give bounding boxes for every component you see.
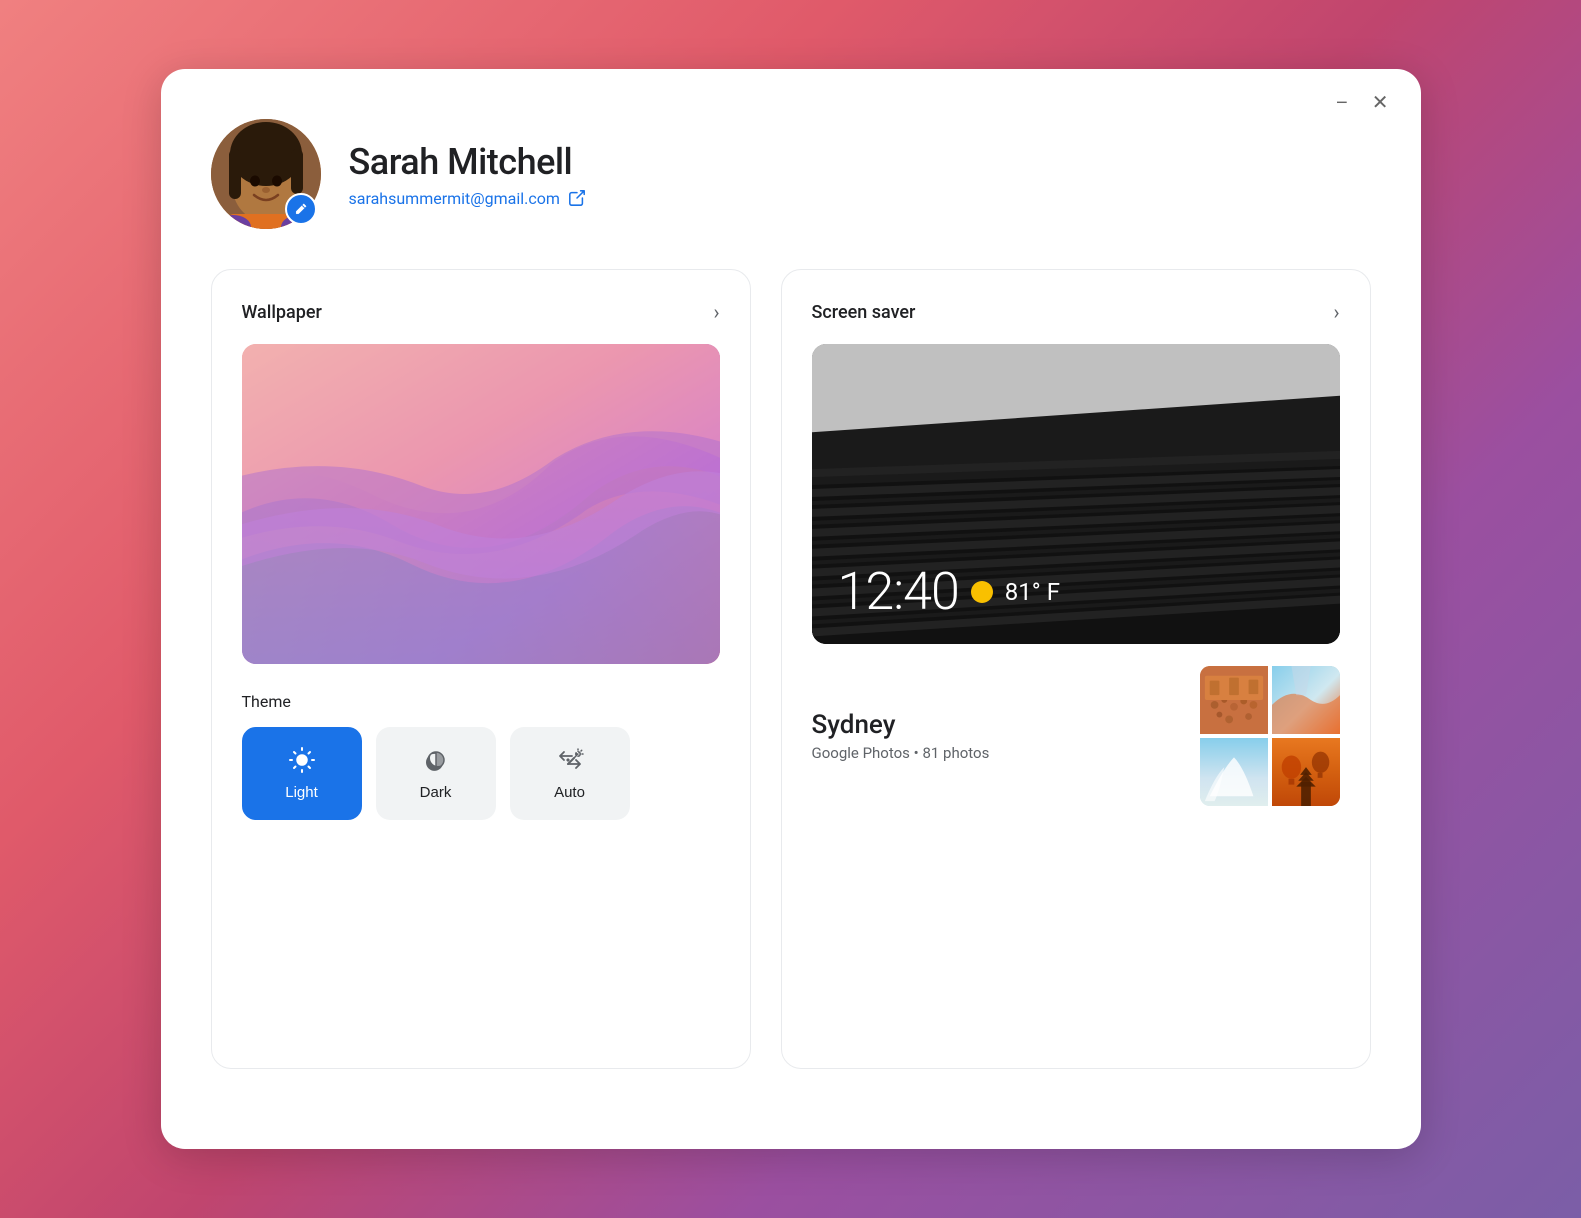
wallpaper-card: Wallpaper › [211,269,751,1069]
theme-options: Light Dark [242,727,720,820]
screensaver-chevron-icon[interactable]: › [1333,300,1339,324]
album-thumb-2 [1272,666,1340,734]
wallpaper-card-header: Wallpaper › [242,300,720,324]
minimize-button[interactable]: − [1332,89,1352,117]
theme-label: Theme [242,692,720,711]
album-info: Sydney Google Photos • 81 photos [812,710,990,762]
light-theme-icon [288,746,316,774]
screensaver-album: Sydney Google Photos • 81 photos [812,666,1340,806]
theme-auto-button[interactable]: Auto [510,727,630,820]
album-sub: Google Photos • 81 photos [812,744,990,762]
title-bar: − ✕ [1332,89,1392,117]
cards-row: Wallpaper › [211,269,1371,1069]
main-dialog: − ✕ [161,69,1421,1149]
auto-theme-icon [556,746,584,774]
profile-email-link[interactable]: sarahsummermit@gmail.com [349,189,586,208]
close-button[interactable]: ✕ [1368,89,1393,117]
external-link-icon [568,189,586,207]
screensaver-bg: 12:40 81° F [812,344,1340,644]
album-source: Google Photos [812,744,910,762]
album-count: 81 photos [922,744,989,762]
wallpaper-card-title: Wallpaper [242,302,322,323]
weather-icon [971,581,993,603]
auto-label: Auto [554,784,585,801]
screensaver-time-overlay: 12:40 81° F [838,561,1060,622]
album-thumb-3 [1200,738,1268,806]
avatar-container [211,119,321,229]
profile-info: Sarah Mitchell sarahsummermit@gmail.com [349,141,586,208]
album-thumb-4 [1272,738,1340,806]
album-thumbnails[interactable] [1200,666,1340,806]
theme-dark-button[interactable]: Dark [376,727,496,820]
screensaver-temperature: 81° F [1005,578,1060,606]
dark-label: Dark [420,784,452,801]
wallpaper-preview[interactable] [242,344,720,664]
theme-section: Theme [242,692,720,820]
screensaver-time: 12:40 [838,561,959,622]
edit-badge[interactable] [285,193,317,225]
screensaver-card-title: Screen saver [812,302,916,323]
album-thumb-1 [1200,666,1268,734]
screensaver-preview[interactable]: 12:40 81° F [812,344,1340,644]
screensaver-card: Screen saver › [781,269,1371,1069]
profile-name: Sarah Mitchell [349,141,586,183]
theme-light-button[interactable]: Light [242,727,362,820]
profile-section: Sarah Mitchell sarahsummermit@gmail.com [211,119,1371,229]
light-label: Light [285,784,318,801]
screensaver-card-header: Screen saver › [812,300,1340,324]
profile-email-text: sarahsummermit@gmail.com [349,189,560,208]
album-name: Sydney [812,710,990,740]
wallpaper-chevron-icon[interactable]: › [713,300,719,324]
dark-theme-icon [422,746,450,774]
